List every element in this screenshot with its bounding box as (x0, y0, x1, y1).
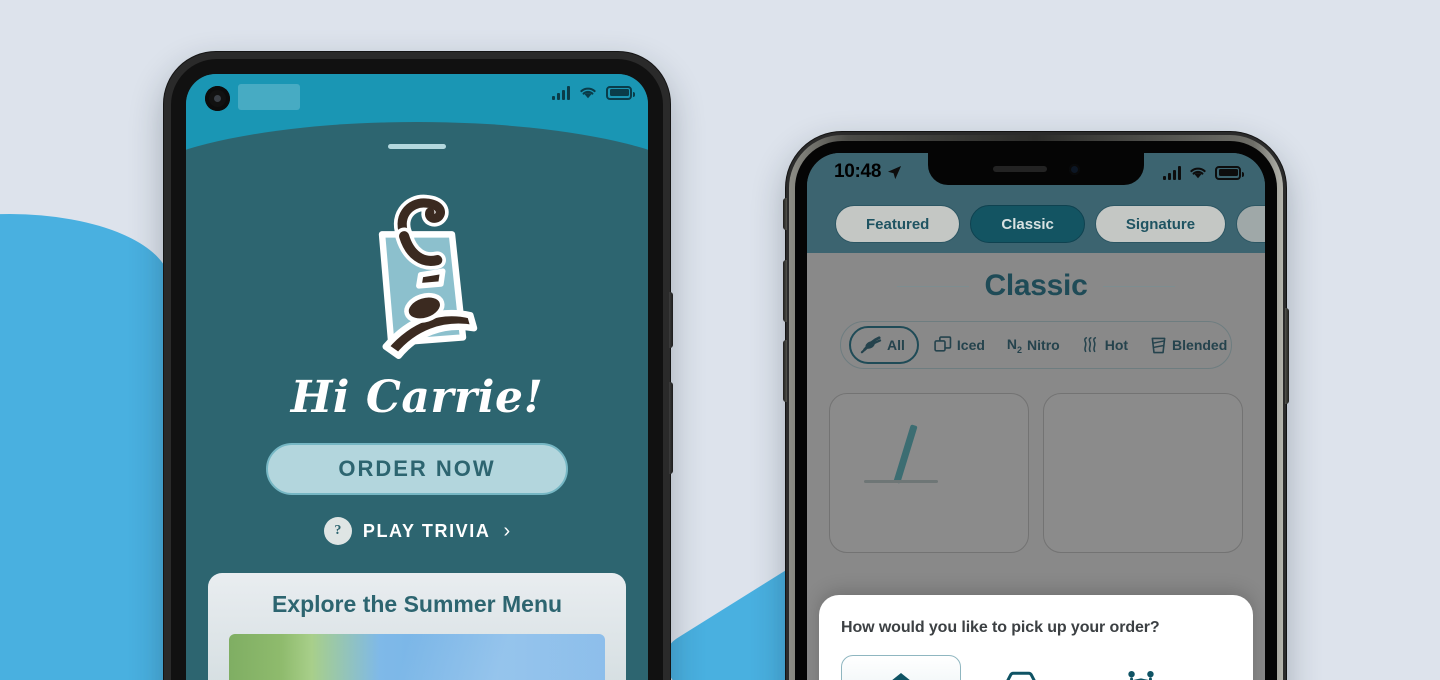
section-heading: Classic (984, 269, 1088, 302)
filter-nitro-label: Nitro (1027, 336, 1060, 353)
status-clock-redacted (238, 84, 300, 110)
filter-hot[interactable]: Hot (1075, 336, 1135, 354)
wifi-icon (1190, 167, 1206, 179)
phone-left-power-button[interactable] (669, 382, 673, 474)
right-status-icons (1163, 165, 1244, 180)
left-home-body: Hi Carrie! ORDER NOW ? PLAY TRIVIA › Exp… (186, 168, 648, 680)
pickup-option-drive-thru[interactable]: Drive-Thru (961, 655, 1081, 680)
filter-blended-label: Blended (1172, 337, 1228, 353)
steam-hot-icon (1083, 337, 1096, 353)
status-time: 10:48 (834, 161, 902, 183)
wifi-icon (580, 87, 596, 99)
tab-classic[interactable]: Classic (970, 205, 1085, 243)
pickup-sheet-title: How would you like to pick up your order… (841, 619, 1160, 636)
drink-card-grid (829, 393, 1243, 553)
chevron-right-icon: › (503, 519, 511, 542)
tab-signature[interactable]: Signature (1094, 205, 1227, 243)
pickup-option-walk-in[interactable]: Walk In (841, 655, 961, 680)
question-mark-badge-icon: ? (323, 517, 352, 545)
order-now-button[interactable]: ORDER NOW (266, 443, 568, 495)
left-status-bar (186, 74, 648, 122)
curbside-handoff-icon (1128, 670, 1154, 680)
iced-cube-icon (934, 336, 952, 352)
phone-left-volume-button-up[interactable] (669, 292, 673, 348)
left-header-curve (186, 122, 648, 168)
play-trivia-label: PLAY TRIVIA (362, 520, 491, 541)
phone-right-mute-switch[interactable] (783, 198, 787, 230)
phone-left-screen: Hi Carrie! ORDER NOW ? PLAY TRIVIA › Exp… (186, 74, 648, 680)
background-blob-left (0, 214, 170, 680)
filter-iced[interactable]: Iced (927, 336, 992, 354)
drink-type-filter-bar[interactable]: All Iced N2 Nitro Hot Blended (840, 321, 1232, 369)
signal-bars-icon (1163, 165, 1181, 180)
phone-right-volume-up-button[interactable] (783, 260, 787, 322)
pickup-option-group: Walk In Drive-Thru (841, 655, 1231, 680)
category-tab-bar[interactable]: Featured Classic Signature Be (807, 195, 1265, 253)
heading-rule-right (1103, 285, 1176, 287)
heading-rule-left (896, 285, 969, 287)
filter-all[interactable]: All (849, 326, 919, 364)
play-trivia-link[interactable]: ? PLAY TRIVIA › (323, 517, 511, 545)
filter-nitro[interactable]: N2 Nitro (1000, 336, 1067, 355)
battery-full-icon (606, 85, 635, 100)
status-time-text: 10:48 (834, 161, 882, 182)
filter-hot-label: Hot (1104, 337, 1129, 353)
filter-blended[interactable]: Blended (1143, 336, 1234, 355)
front-camera-icon (1068, 163, 1080, 175)
left-status-icons (552, 85, 635, 100)
pickup-method-sheet: How would you like to pick up your order… (819, 595, 1253, 680)
signal-bars-icon (552, 85, 570, 100)
coffee-brand-logo (378, 194, 478, 360)
earpiece-speaker-icon (992, 166, 1047, 172)
phone-right-device: 10:48 Featured Classic Signature Classic… (783, 132, 1289, 680)
device-notch (928, 153, 1144, 185)
menu-content-dimmed: Classic All Iced N2 Nitro Hot Blended Ho… (807, 253, 1265, 680)
phone-right-volume-down-button[interactable] (783, 340, 787, 402)
blended-cup-icon (1151, 337, 1166, 353)
tab-featured[interactable]: Featured (835, 205, 961, 243)
phone-right-power-button[interactable] (1285, 308, 1289, 404)
section-heading-row: Classic (807, 269, 1265, 303)
home-icon (892, 673, 910, 680)
filter-iced-label: Iced (956, 337, 985, 353)
straw-graphic (893, 424, 918, 484)
screenshot-stage: Hi Carrie! ORDER NOW ? PLAY TRIVIA › Exp… (0, 0, 1440, 680)
tab-be[interactable]: Be (1236, 205, 1265, 243)
cup-rim-graphic (864, 480, 938, 483)
pickup-option-curbside[interactable]: Curbside (1081, 655, 1201, 680)
summer-menu-card-title: Explore the Summer Menu (271, 591, 563, 617)
location-arrow-icon (888, 165, 902, 179)
drink-card-2[interactable] (1043, 393, 1243, 553)
car-icon (1006, 671, 1036, 680)
front-camera-punch-hole-icon (205, 86, 230, 111)
phone-right-screen: 10:48 Featured Classic Signature Classic… (807, 153, 1265, 680)
coffee-all-icon (860, 336, 882, 354)
filter-all-label: All (887, 337, 905, 353)
summer-menu-card[interactable]: Explore the Summer Menu (208, 573, 626, 680)
battery-full-icon (1215, 165, 1244, 180)
greeting-title: Hi Carrie! (290, 372, 544, 423)
sheet-handle-indicator[interactable] (388, 144, 446, 149)
summer-drink-photo (229, 634, 605, 680)
phone-left-device: Hi Carrie! ORDER NOW ? PLAY TRIVIA › Exp… (164, 52, 673, 680)
nitrogen-n2-icon: N2 (1006, 335, 1023, 355)
drink-card-1[interactable] (829, 393, 1029, 553)
